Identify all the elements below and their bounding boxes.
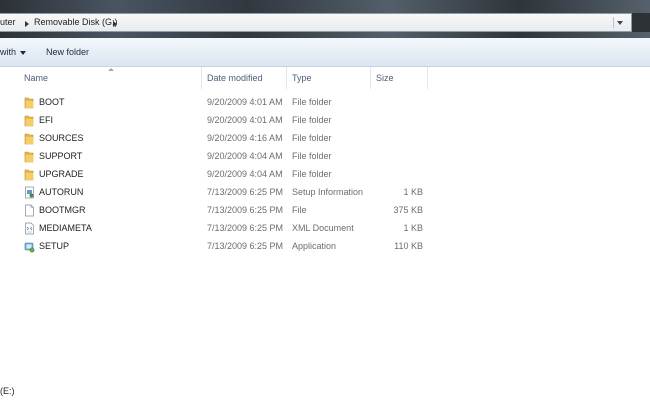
table-row[interactable]: SOURCES 9/20/2009 4:16 AM File folder [0, 130, 650, 148]
file-name: BOOT [39, 97, 65, 107]
file-date: 7/13/2009 6:25 PM [207, 187, 284, 197]
file-date: 7/13/2009 6:25 PM [207, 223, 284, 233]
file-name: SUPPORT [39, 151, 83, 161]
table-row[interactable]: SUPPORT 9/20/2009 4:04 AM File folder [0, 148, 650, 166]
file-date: 7/13/2009 6:25 PM [207, 241, 284, 251]
file-type: File folder [292, 97, 332, 107]
column-header-name[interactable]: Name [24, 73, 48, 83]
file-name: BOOTMGR [39, 205, 86, 215]
file-type: File folder [292, 115, 332, 125]
file-name: EFI [39, 115, 54, 125]
file-icon [25, 204, 34, 217]
file-date: 7/13/2009 6:25 PM [207, 205, 284, 215]
file-size: 1 KB [403, 223, 423, 233]
file-type: Application [292, 241, 337, 251]
file-type: Setup Information [292, 187, 364, 197]
column-divider[interactable] [370, 67, 371, 89]
refresh-area [632, 13, 650, 32]
file-size: 1 KB [403, 187, 423, 197]
file-date: 9/20/2009 4:04 AM [207, 151, 283, 161]
file-date: 9/20/2009 4:16 AM [207, 133, 283, 143]
column-header-date[interactable]: Date modified [207, 73, 263, 83]
file-name: UPGRADE [39, 169, 84, 179]
column-header-type[interactable]: Type [292, 73, 312, 83]
column-divider[interactable] [201, 67, 202, 89]
table-row[interactable]: MEDIAMETA 7/13/2009 6:25 PM XML Document… [0, 220, 650, 238]
file-type: File [292, 205, 307, 215]
breadcrumb-arrow-icon[interactable] [25, 21, 29, 27]
drive-label[interactable]: (E:) [0, 386, 15, 396]
file-name: AUTORUN [39, 187, 84, 197]
folder-icon [24, 151, 34, 163]
column-header-size[interactable]: Size [376, 73, 394, 83]
breadcrumb-computer[interactable]: uter [0, 17, 16, 27]
file-type: XML Document [292, 223, 354, 233]
folder-icon [24, 133, 34, 145]
column-divider[interactable] [286, 67, 287, 89]
file-date: 9/20/2009 4:01 AM [207, 97, 283, 107]
file-name: SETUP [39, 241, 70, 251]
table-row[interactable]: BOOT 9/20/2009 4:01 AM File folder [0, 94, 650, 112]
xml-document-icon [25, 222, 34, 235]
file-date: 9/20/2009 4:04 AM [207, 169, 283, 179]
breadcrumb-arrow-icon[interactable] [113, 21, 117, 27]
table-row[interactable]: SETUP 7/13/2009 6:25 PM Application 110 … [0, 238, 650, 256]
folder-icon [24, 169, 34, 181]
column-divider[interactable] [427, 67, 428, 89]
new-folder-button[interactable]: New folder [46, 47, 89, 57]
file-date: 9/20/2009 4:01 AM [207, 115, 283, 125]
file-size: 375 KB [393, 205, 423, 215]
file-type: File folder [292, 169, 332, 179]
file-type: File folder [292, 151, 332, 161]
file-name: MEDIAMETA [39, 223, 92, 233]
table-row[interactable]: BOOTMGR 7/13/2009 6:25 PM File 375 KB [0, 202, 650, 220]
file-name: SOURCES [39, 133, 84, 143]
breadcrumb-removable-disk[interactable]: Removable Disk (G:) [34, 17, 118, 27]
table-row[interactable]: UPGRADE 9/20/2009 4:04 AM File folder [0, 166, 650, 184]
setup-info-icon [25, 186, 34, 199]
address-dropdown-icon[interactable] [613, 17, 625, 28]
folder-icon [24, 115, 34, 127]
command-toolbar: with New folder [0, 38, 650, 67]
address-bar[interactable]: uter Removable Disk (G:) [0, 13, 632, 32]
sort-ascending-icon [108, 68, 114, 71]
column-headers: Name Date modified Type Size [0, 67, 650, 89]
table-row[interactable]: AUTORUN 7/13/2009 6:25 PM Setup Informat… [0, 184, 650, 202]
file-type: File folder [292, 133, 332, 143]
navigation-pane-fragment: (E:) [0, 382, 650, 400]
table-row[interactable]: EFI 9/20/2009 4:01 AM File folder [0, 112, 650, 130]
file-size: 110 KB [394, 241, 423, 251]
chevron-down-icon [20, 50, 27, 55]
folder-icon [24, 97, 34, 109]
setup-application-icon [24, 242, 35, 253]
share-with-label: with [0, 47, 17, 57]
share-with-button[interactable]: with [0, 47, 27, 57]
